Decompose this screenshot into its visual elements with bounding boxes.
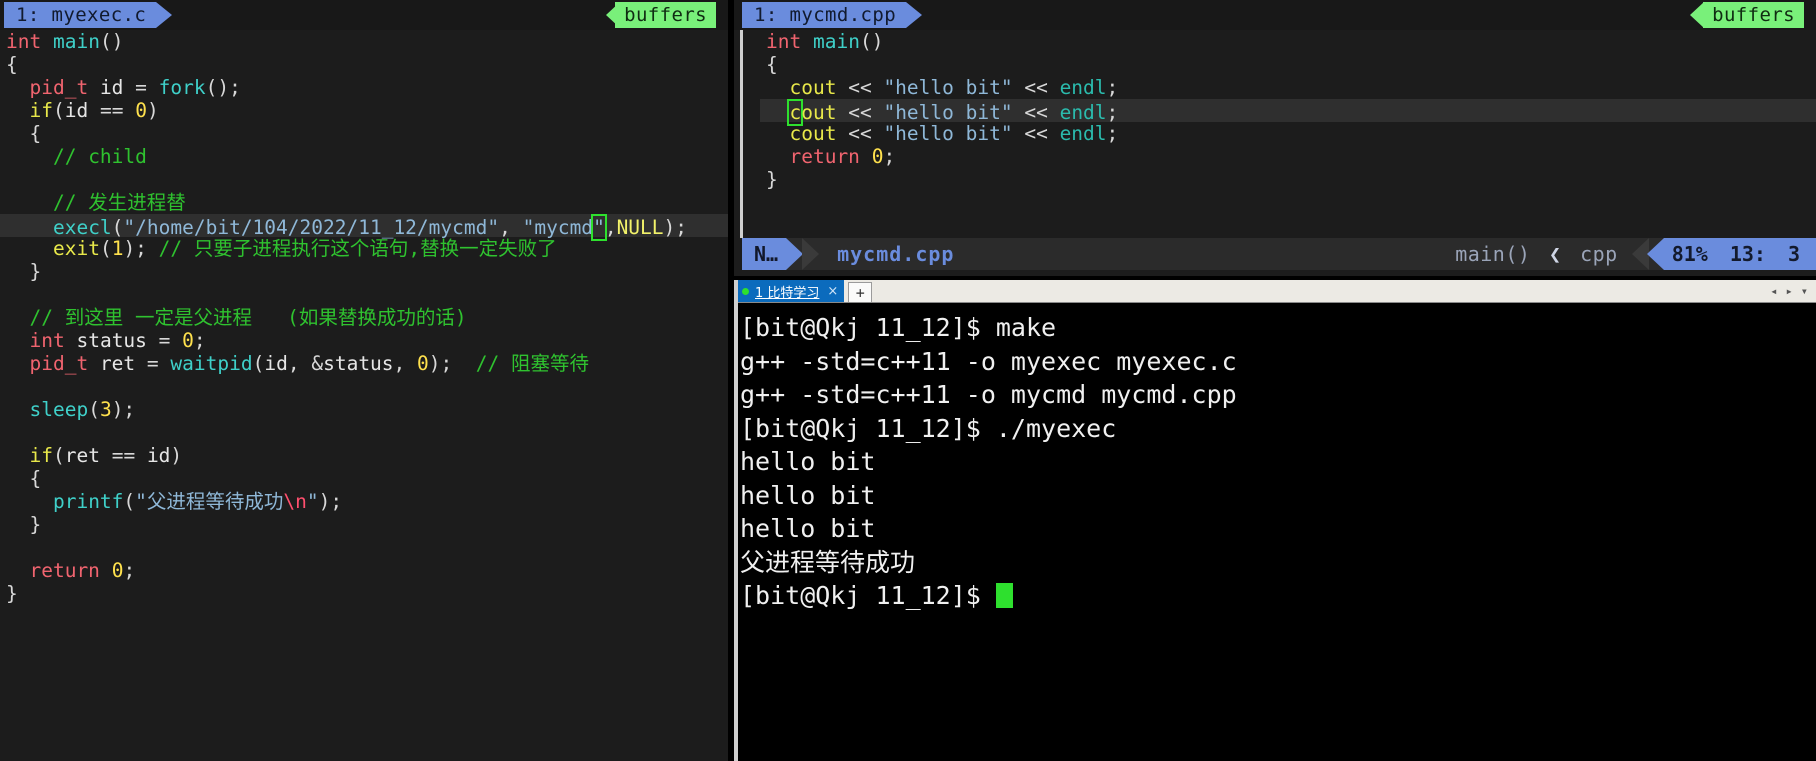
code-line[interactable]: } xyxy=(0,582,728,605)
right-editor-code[interactable]: int main(){ cout << "hello bit" << endl;… xyxy=(734,30,1816,191)
statusline-context: main() ❮ cpp xyxy=(1455,242,1632,266)
code-line[interactable]: printf("父进程等待成功\n"); xyxy=(0,490,728,513)
code-line[interactable] xyxy=(0,168,728,191)
code-line[interactable]: sleep(3); xyxy=(0,398,728,421)
statusline-percent: 81% xyxy=(1671,242,1708,266)
code-line[interactable]: // 到这里 一定是父进程 (如果替换成功的话) xyxy=(0,306,728,329)
terminal-output[interactable]: [bit@Qkj 11_12]$ make g++ -std=c++11 -o m… xyxy=(734,303,1816,613)
terminal-prompt: [bit@Qkj 11_12]$ xyxy=(740,581,996,610)
terminal-status-dot-icon xyxy=(742,287,749,295)
right-editor-pane: 1: mycmd.cpp buffers int main(){ cout <<… xyxy=(734,0,1816,276)
code-line[interactable]: cout << "hello bit" << endl; xyxy=(760,99,1816,126)
code-line[interactable]: } xyxy=(0,260,728,283)
terminal-tabbar-controls: ◂ ▸ ▾ xyxy=(1762,280,1816,302)
code-line[interactable]: return 0; xyxy=(760,145,1816,168)
code-line[interactable]: int main() xyxy=(0,30,728,53)
terminal-cursor xyxy=(995,583,1013,608)
code-line[interactable]: exit(1); // 只要子进程执行这个语句,替换一定失败了 xyxy=(0,237,728,260)
code-line[interactable]: if(ret == id) xyxy=(0,444,728,467)
terminal-line: [bit@Qkj 11_12]$ ./myexec xyxy=(740,413,1117,443)
right-buffers-label[interactable]: buffers xyxy=(1703,2,1804,28)
code-line[interactable]: int main() xyxy=(760,30,1816,53)
code-line[interactable]: pid_t ret = waitpid(id, &status, 0); // … xyxy=(0,352,728,375)
screen: 1: myexec.c buffers int main(){ pid_t id… xyxy=(0,0,1816,761)
code-line[interactable]: // 发生进程替 xyxy=(0,191,728,214)
terminal-line: hello bit xyxy=(740,447,876,476)
code-line[interactable]: { xyxy=(0,467,728,490)
right-buffers-text: buffers xyxy=(1712,4,1795,26)
statusline-sep-4-icon xyxy=(1646,238,1664,270)
code-line[interactable]: pid_t id = fork(); xyxy=(0,76,728,99)
code-line[interactable]: cout << "hello bit" << endl; xyxy=(760,122,1816,145)
terminal-line: g++ -std=c++11 -o myexec myexec.c xyxy=(740,346,1237,376)
code-line[interactable]: cout << "hello bit" << endl; xyxy=(760,76,1816,99)
code-line[interactable] xyxy=(0,375,728,398)
right-tab-arrow-icon xyxy=(906,2,922,28)
scroll-left-icon[interactable]: ◂ xyxy=(1770,284,1777,298)
terminal-prompt-line[interactable]: [bit@Qkj 11_12]$ xyxy=(740,579,1816,613)
code-line[interactable]: } xyxy=(760,168,1816,191)
left-tab-arrow-icon xyxy=(156,2,172,28)
terminal-tab-label: 1 比特学习 xyxy=(755,285,820,301)
right-editor-statusline: N… mycmd.cpp main() ❮ cpp 81% 13: 3 xyxy=(742,238,1816,270)
right-window-border xyxy=(740,30,743,238)
chevron-left-icon: ❮ xyxy=(1548,242,1562,266)
code-line[interactable] xyxy=(0,421,728,444)
left-editor-tab[interactable]: 1: myexec.c xyxy=(4,2,157,28)
terminal-line: hello bit xyxy=(740,514,876,543)
terminal-tabbar-spacer xyxy=(872,280,1763,302)
statusline-context-label: main() xyxy=(1455,242,1531,266)
terminal-line: hello bit xyxy=(740,480,876,510)
code-line[interactable]: if(id == 0) xyxy=(0,99,728,122)
terminal-left-border xyxy=(734,280,738,761)
terminal-tabbar: 1 比特学习 × + ◂ ▸ ▾ xyxy=(734,280,1816,303)
code-line[interactable]: // child xyxy=(0,145,728,168)
code-line[interactable]: execl("/home/bit/104/2022/11_12/mycmd", … xyxy=(0,214,728,241)
left-editor-pane: 1: myexec.c buffers int main(){ pid_t id… xyxy=(0,0,728,761)
left-buffers-text: buffers xyxy=(624,4,707,26)
code-line[interactable]: { xyxy=(760,53,1816,76)
statusline-sep-1-icon xyxy=(786,238,804,270)
right-editor-tab-label: 1: mycmd.cpp xyxy=(754,4,897,26)
statusline-filetype-label: cpp xyxy=(1580,242,1618,266)
left-editor-tab-label: 1: myexec.c xyxy=(16,4,147,26)
new-tab-label: + xyxy=(855,283,865,302)
terminal-line: 父进程等待成功 xyxy=(740,547,916,577)
right-editor-tab[interactable]: 1: mycmd.cpp xyxy=(742,2,907,28)
statusline-sep-2-icon xyxy=(802,238,820,270)
code-line[interactable]: int status = 0; xyxy=(0,329,728,352)
terminal-window: 1 比特学习 × + ◂ ▸ ▾ [bit@Qkj 11_12]$ make g+… xyxy=(734,280,1816,761)
code-line[interactable] xyxy=(0,283,728,306)
terminal-line: [bit@Qkj 11_12]$ make xyxy=(740,313,1057,342)
left-editor-tabline: 1: myexec.c buffers xyxy=(0,0,728,30)
left-buffers-label[interactable]: buffers xyxy=(615,2,716,28)
statusline-position: 81% 13: 3 xyxy=(1663,238,1816,270)
code-line[interactable]: { xyxy=(0,122,728,145)
terminal-line: g++ -std=c++11 -o mycmd mycmd.cpp xyxy=(740,380,1237,409)
code-line[interactable]: { xyxy=(0,53,728,76)
scroll-right-icon[interactable]: ▸ xyxy=(1786,284,1793,298)
vim-mode-label: N… xyxy=(754,242,779,266)
menu-icon[interactable]: ▾ xyxy=(1801,284,1808,298)
vim-mode-indicator: N… xyxy=(742,238,787,270)
code-line[interactable] xyxy=(0,536,728,559)
terminal-tab[interactable]: 1 比特学习 × xyxy=(734,280,845,302)
new-tab-button[interactable]: + xyxy=(848,282,873,302)
statusline-col: 3 xyxy=(1787,242,1800,266)
right-buffers-arrow-icon xyxy=(1690,2,1704,28)
statusline-filename: mycmd.cpp xyxy=(837,242,955,266)
code-line[interactable]: } xyxy=(0,513,728,536)
left-editor-code[interactable]: int main(){ pid_t id = fork(); if(id == … xyxy=(0,30,728,605)
statusline-line: 13: xyxy=(1729,242,1766,266)
code-line[interactable]: return 0; xyxy=(0,559,728,582)
close-icon[interactable]: × xyxy=(825,284,838,299)
right-editor-tabline: 1: mycmd.cpp buffers xyxy=(734,0,1816,30)
